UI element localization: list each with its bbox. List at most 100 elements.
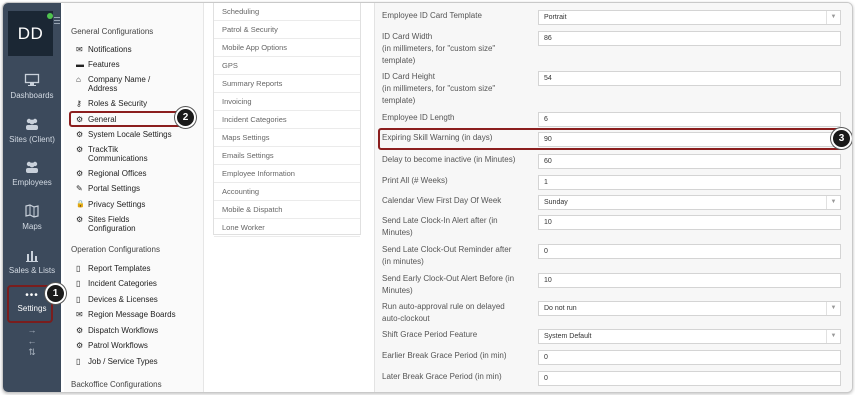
submenu-item-mobile-app-options[interactable]: Mobile App Options bbox=[214, 39, 360, 57]
nav-item-regional-offices[interactable]: ⚙ Regional Offices bbox=[76, 169, 147, 178]
submenu-item-maps-settings[interactable]: Maps Settings bbox=[214, 129, 360, 147]
submenu-item-gps[interactable]: GPS bbox=[214, 57, 360, 75]
highlight-box-general bbox=[69, 111, 187, 127]
globe-icon: ⚙ bbox=[76, 130, 84, 139]
rail-item-employees[interactable]: Employees bbox=[3, 160, 61, 187]
nav-item-tracktik-communications[interactable]: ⚙ TrackTik Communications bbox=[76, 145, 191, 163]
arrow-left-icon[interactable]: ← bbox=[3, 336, 61, 347]
calendar-first-day-select[interactable]: Sunday ▼ bbox=[538, 195, 841, 210]
field-label: Calendar View First Day Of Week bbox=[382, 196, 502, 205]
submenu-item-employee-information[interactable]: Employee Information bbox=[214, 165, 360, 183]
nav-item-label: Incident Categories bbox=[88, 279, 157, 288]
monitor-icon bbox=[24, 73, 40, 86]
id-card-height-input[interactable]: 54 bbox=[538, 71, 841, 86]
employee-id-length-input[interactable]: 6 bbox=[538, 112, 841, 127]
hamburger-icon[interactable] bbox=[54, 17, 60, 26]
rail-item-label: Sales & Lists bbox=[8, 266, 56, 275]
avatar-initials: DD bbox=[17, 23, 44, 43]
delay-inactive-input[interactable]: 60 bbox=[538, 154, 841, 169]
auto-approval-rule-select[interactable]: Do not run ▼ bbox=[538, 301, 841, 316]
settings-nav: General Configurations ✉ Notifications ▬ F… bbox=[64, 3, 204, 392]
nav-item-label: Notifications bbox=[88, 45, 132, 54]
print-all-weeks-input[interactable]: 1 bbox=[538, 175, 841, 190]
field-label: Employee ID Card Template bbox=[382, 11, 482, 20]
nav-item-label: Job / Service Types bbox=[88, 357, 158, 366]
rail-item-dashboards[interactable]: Dashboards bbox=[3, 73, 61, 100]
id-card-width-input[interactable]: 86 bbox=[538, 31, 841, 46]
submenu-item-patrol-security[interactable]: Patrol & Security bbox=[214, 21, 360, 39]
submenu-item-scheduling[interactable]: Scheduling bbox=[214, 3, 360, 21]
highlight-box-expiring-skill bbox=[378, 128, 843, 150]
late-clock-out-reminder-input[interactable]: 0 bbox=[538, 244, 841, 259]
gear-icon: ⚙ bbox=[76, 215, 84, 224]
nav-item-company-name-address[interactable]: ⌂ Company Name / Address bbox=[76, 75, 186, 93]
submenu-item-invoicing[interactable]: Invoicing bbox=[214, 93, 360, 111]
rail-item-sites-client[interactable]: Sites (Client) bbox=[3, 117, 61, 144]
nav-item-system-locale-settings[interactable]: ⚙ System Locale Settings bbox=[76, 130, 172, 139]
nav-item-sites-fields-configuration[interactable]: ⚙ Sites Fields Configuration bbox=[76, 215, 186, 233]
chevron-down-icon: ▼ bbox=[826, 302, 840, 315]
field-label: Print All (# Weeks) bbox=[382, 176, 448, 185]
earlier-break-grace-input[interactable]: 0 bbox=[538, 350, 841, 365]
nav-item-privacy-settings[interactable]: 🔒 Privacy Settings bbox=[76, 200, 145, 209]
submenu-item-lone-worker[interactable]: Lone Worker bbox=[214, 219, 360, 237]
submenu-item-accounting[interactable]: Accounting bbox=[214, 183, 360, 201]
nav-item-label: Features bbox=[88, 60, 120, 69]
employee-settings-form: Employee ID Card Template Portrait ▼ ID C… bbox=[374, 3, 852, 392]
early-clock-out-alert-input[interactable]: 10 bbox=[538, 273, 841, 288]
submenu-item-mobile-dispatch[interactable]: Mobile & Dispatch bbox=[214, 201, 360, 219]
chevron-down-icon: ▼ bbox=[826, 196, 840, 209]
nav-item-patrol-workflows[interactable]: ⚙ Patrol Workflows bbox=[76, 341, 148, 350]
submenu-item-incident-categories[interactable]: Incident Categories bbox=[214, 111, 360, 129]
gear-icon: ⚙ bbox=[76, 145, 84, 154]
nav-item-label: System Locale Settings bbox=[88, 130, 172, 139]
submenu-item-summary-reports[interactable]: Summary Reports bbox=[214, 75, 360, 93]
submenu-item-emails-settings[interactable]: Emails Settings bbox=[214, 147, 360, 165]
chevron-down-icon: ▼ bbox=[826, 330, 840, 343]
mobile-icon: ▯ bbox=[76, 295, 81, 304]
field-label: Delay to become inactive (in Minutes) bbox=[382, 155, 516, 164]
nav-item-devices-licenses[interactable]: ▯ Devices & Licenses bbox=[76, 295, 158, 304]
bar-chart-icon bbox=[26, 251, 38, 262]
callout-badge-1: 1 bbox=[45, 283, 66, 304]
general-submenu: Scheduling Patrol & Security Mobile App … bbox=[213, 3, 361, 237]
nav-item-dispatch-workflows[interactable]: ⚙ Dispatch Workflows bbox=[76, 326, 158, 335]
arrow-right-icon[interactable]: → bbox=[3, 325, 61, 336]
nav-item-label: Sites Fields Configuration bbox=[88, 215, 136, 233]
envelope-icon: ✉ bbox=[76, 45, 83, 54]
nav-item-report-templates[interactable]: ▯ Report Templates bbox=[76, 264, 151, 273]
document-icon: ▯ bbox=[76, 357, 81, 366]
rail-collapse-controls[interactable]: → ← ⇅ bbox=[3, 325, 61, 358]
field-label: Shift Grace Period Feature bbox=[382, 330, 478, 339]
nav-item-roles-security[interactable]: ⚷ Roles & Security bbox=[76, 99, 147, 108]
nav-item-job-service-types[interactable]: ▯ Job / Service Types bbox=[76, 357, 158, 366]
icon-rail: DD Dashboards Sites (Client) Employees M… bbox=[3, 3, 61, 392]
nav-item-features[interactable]: ▬ Features bbox=[76, 60, 120, 69]
nav-item-label: Privacy Settings bbox=[88, 200, 146, 209]
nav-item-label: Regional Offices bbox=[88, 169, 147, 178]
callout-badge-3: 3 bbox=[831, 128, 852, 149]
section-heading-general: General Configurations bbox=[71, 27, 154, 36]
nav-item-region-message-boards[interactable]: ✉ Region Message Boards bbox=[76, 310, 176, 319]
bar-icon: ▬ bbox=[76, 60, 84, 69]
select-value: Do not run bbox=[544, 305, 577, 312]
gear-icon: ⚙ bbox=[76, 341, 84, 350]
section-heading-backoffice: Backoffice Configurations bbox=[71, 380, 162, 389]
rail-item-maps[interactable]: Maps bbox=[3, 204, 61, 231]
avatar[interactable]: DD bbox=[8, 11, 53, 56]
nav-item-notifications[interactable]: ✉ Notifications bbox=[76, 45, 132, 54]
late-clock-in-alert-input[interactable]: 10 bbox=[538, 215, 841, 230]
lock-icon: 🔒 bbox=[76, 201, 85, 208]
nav-item-label: Report Templates bbox=[88, 264, 151, 273]
swap-vertical-icon[interactable]: ⇅ bbox=[3, 347, 61, 358]
nav-item-label: Devices & Licenses bbox=[88, 295, 158, 304]
rail-item-sales-lists[interactable]: Sales & Lists bbox=[3, 248, 61, 275]
field-label: ID Card Height (in millimeters, for "cus… bbox=[382, 72, 496, 105]
nav-item-label: TrackTik Communications bbox=[88, 145, 148, 163]
document-icon: ▯ bbox=[76, 264, 81, 273]
later-break-grace-input[interactable]: 0 bbox=[538, 371, 841, 386]
nav-item-portal-settings[interactable]: ✎ Portal Settings bbox=[76, 184, 140, 193]
shift-grace-period-select[interactable]: System Default ▼ bbox=[538, 329, 841, 344]
nav-item-incident-categories[interactable]: ▯ Incident Categories bbox=[76, 279, 157, 288]
id-card-template-select[interactable]: Portrait ▼ bbox=[538, 10, 841, 25]
